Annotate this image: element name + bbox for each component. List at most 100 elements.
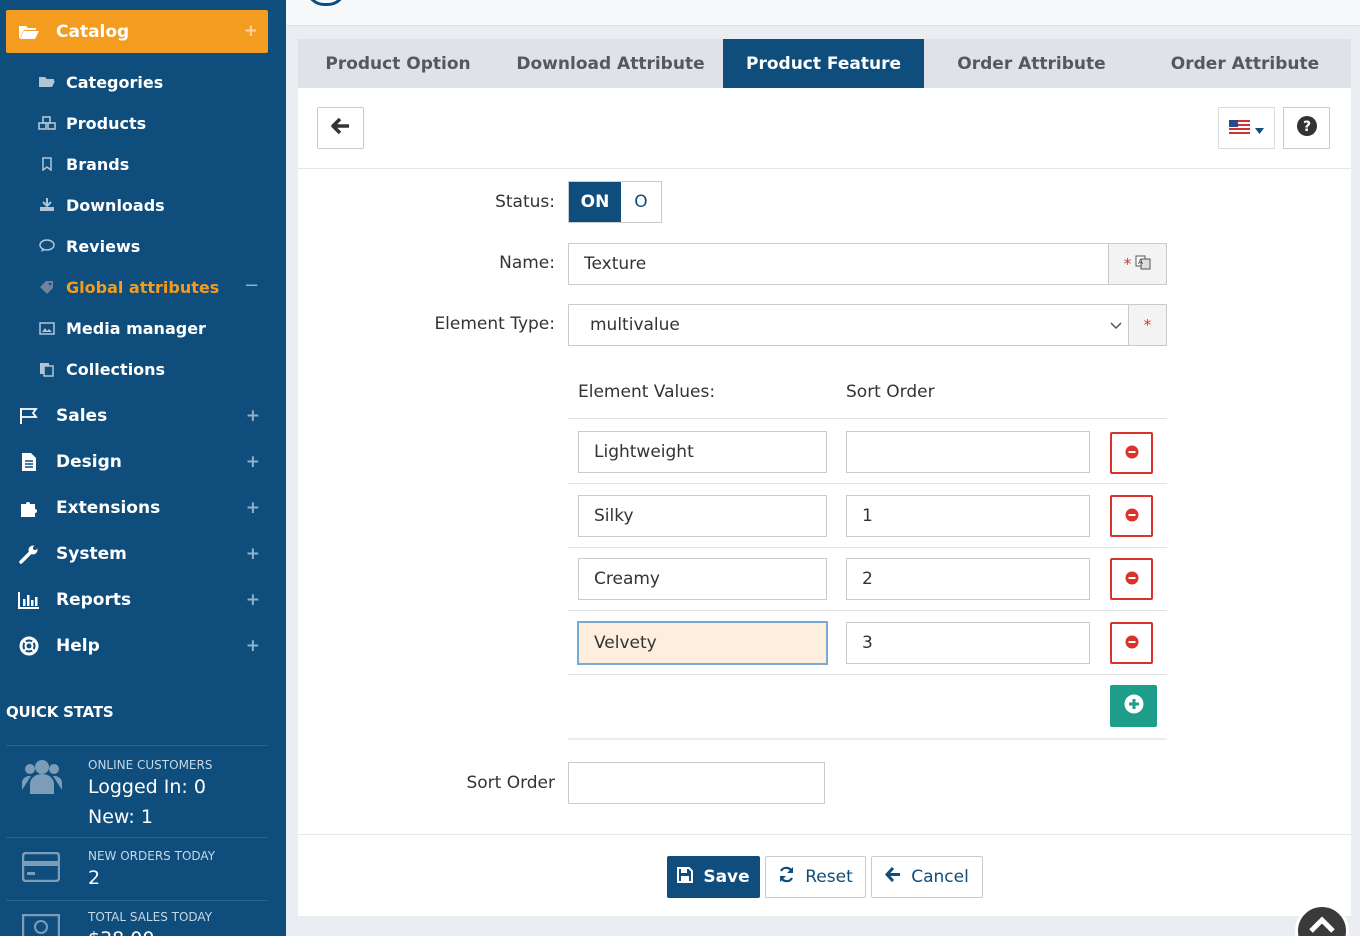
- new-orders-label: NEW ORDERS TODAY: [88, 849, 216, 863]
- element-value-input[interactable]: Velvety: [578, 622, 827, 664]
- sidebar-item-media-manager[interactable]: Media manager: [38, 316, 206, 340]
- element-value-input[interactable]: Creamy: [578, 558, 827, 600]
- us-flag-icon: [1229, 119, 1250, 138]
- tab-order-attribute[interactable]: Order Attribute: [924, 39, 1139, 88]
- element-values-table-header: Element Values: Sort Order: [568, 366, 1167, 419]
- top-header: [286, 0, 1360, 26]
- life-ring-icon: [18, 636, 40, 656]
- expand-icon[interactable]: +: [246, 544, 260, 564]
- chevron-up-icon: [1307, 915, 1337, 936]
- sidebar-item-system[interactable]: System +: [18, 541, 268, 567]
- flag-icon: [18, 406, 40, 426]
- cubes-icon: [38, 116, 56, 130]
- sidebar-item-products[interactable]: Products: [38, 111, 146, 135]
- remove-row-button[interactable]: [1110, 622, 1153, 664]
- sidebar-item-categories[interactable]: Categories: [38, 70, 163, 94]
- sidebar-item-sales[interactable]: Sales +: [18, 403, 268, 429]
- expand-icon[interactable]: +: [246, 406, 260, 426]
- credit-card-icon: [21, 851, 61, 886]
- element-values-header: Element Values:: [578, 382, 716, 402]
- arrow-left-icon: [330, 117, 351, 139]
- divider: [6, 745, 268, 746]
- bookmark-icon: [38, 157, 56, 171]
- add-row-button[interactable]: [1110, 685, 1157, 727]
- image-icon: [38, 321, 56, 335]
- expand-icon[interactable]: +: [244, 21, 258, 41]
- sidebar-item-help[interactable]: Help +: [18, 633, 268, 659]
- divider: [568, 610, 1167, 611]
- sidebar-item-collections[interactable]: Collections: [38, 357, 165, 381]
- sidebar-item-extensions[interactable]: Extensions +: [18, 495, 268, 521]
- sort-order-label: Sort Order: [466, 773, 555, 793]
- remove-row-button[interactable]: [1110, 432, 1153, 474]
- quick-stats-title: QUICK STATS: [6, 703, 114, 721]
- save-button[interactable]: Save: [667, 856, 760, 898]
- status-off-option[interactable]: O: [621, 182, 661, 222]
- sort-order-field[interactable]: [568, 762, 825, 804]
- language-dropdown[interactable]: [1218, 107, 1275, 149]
- remove-row-button[interactable]: [1110, 495, 1153, 537]
- element-value-input[interactable]: Lightweight: [578, 431, 827, 473]
- divider: [568, 483, 1167, 484]
- new-orders-value: 2: [88, 867, 101, 889]
- reset-button[interactable]: Reset: [765, 856, 866, 898]
- expand-icon[interactable]: +: [246, 452, 260, 472]
- element-value-input[interactable]: Silky: [578, 495, 827, 537]
- online-customers-label: ONLINE CUSTOMERS: [88, 758, 213, 772]
- element-type-select[interactable]: multivalue: [568, 304, 1129, 346]
- element-type-required-addon: *: [1128, 304, 1167, 346]
- expand-icon[interactable]: +: [246, 636, 260, 656]
- sidebar-item-design[interactable]: Design +: [18, 449, 268, 475]
- download-icon: [38, 198, 56, 212]
- plus-circle-icon: [1124, 694, 1144, 718]
- tab-order-attribute-2[interactable]: Order Attribute: [1139, 39, 1351, 88]
- sort-order-input[interactable]: 2: [846, 558, 1090, 600]
- status-toggle[interactable]: ON O: [568, 181, 662, 223]
- file-text-icon: [18, 452, 40, 472]
- folder-open-icon: [18, 24, 40, 40]
- files-icon: [38, 362, 56, 377]
- tab-download-attribute[interactable]: Download Attribute: [498, 39, 723, 88]
- money-icon: [21, 913, 61, 936]
- sort-order-input[interactable]: [846, 431, 1090, 473]
- sidebar-item-downloads[interactable]: Downloads: [38, 193, 165, 217]
- comment-icon: [38, 239, 56, 253]
- save-icon: [677, 866, 694, 888]
- divider: [568, 547, 1167, 548]
- sidebar-item-reviews[interactable]: Reviews: [38, 234, 140, 258]
- bar-chart-icon: [18, 590, 40, 610]
- sort-order-input[interactable]: 1: [846, 495, 1090, 537]
- name-input[interactable]: Texture: [568, 243, 1109, 285]
- minus-circle-icon: [1125, 444, 1139, 463]
- svg-text:?: ?: [1302, 119, 1310, 135]
- help-button[interactable]: ?: [1283, 107, 1330, 149]
- back-button[interactable]: [317, 107, 364, 149]
- minus-circle-icon: [1125, 507, 1139, 526]
- question-circle-icon: ?: [1296, 115, 1318, 141]
- sidebar-item-reports[interactable]: Reports +: [18, 587, 268, 613]
- puzzle-icon: [18, 498, 40, 518]
- logged-in-value: Logged In: 0: [88, 776, 206, 798]
- status-label: Status:: [495, 192, 555, 212]
- collapse-icon[interactable]: −: [244, 275, 259, 299]
- caret-down-icon: [1255, 119, 1264, 138]
- sidebar-item-catalog[interactable]: Catalog +: [6, 10, 268, 53]
- tab-product-option[interactable]: Product Option: [298, 39, 498, 88]
- sidebar: Catalog + Categories Products Brands Dow…: [0, 0, 286, 936]
- expand-icon[interactable]: +: [246, 590, 260, 610]
- svg-text:A: A: [1138, 258, 1143, 266]
- divider: [6, 900, 268, 901]
- sidebar-item-brands[interactable]: Brands: [38, 152, 129, 176]
- tab-product-feature[interactable]: Product Feature: [723, 39, 924, 88]
- total-sales-label: TOTAL SALES TODAY: [88, 910, 213, 924]
- toolbar: ?: [298, 88, 1351, 169]
- name-label: Name:: [499, 253, 555, 273]
- status-on-option[interactable]: ON: [569, 182, 621, 222]
- sidebar-item-label: Catalog: [56, 21, 130, 42]
- translate-icon: A: [1135, 255, 1151, 274]
- sort-order-input[interactable]: 3: [846, 622, 1090, 664]
- expand-icon[interactable]: +: [246, 498, 260, 518]
- sidebar-item-global-attributes[interactable]: Global attributes: [38, 275, 219, 299]
- remove-row-button[interactable]: [1110, 558, 1153, 600]
- cancel-button[interactable]: Cancel: [871, 856, 983, 898]
